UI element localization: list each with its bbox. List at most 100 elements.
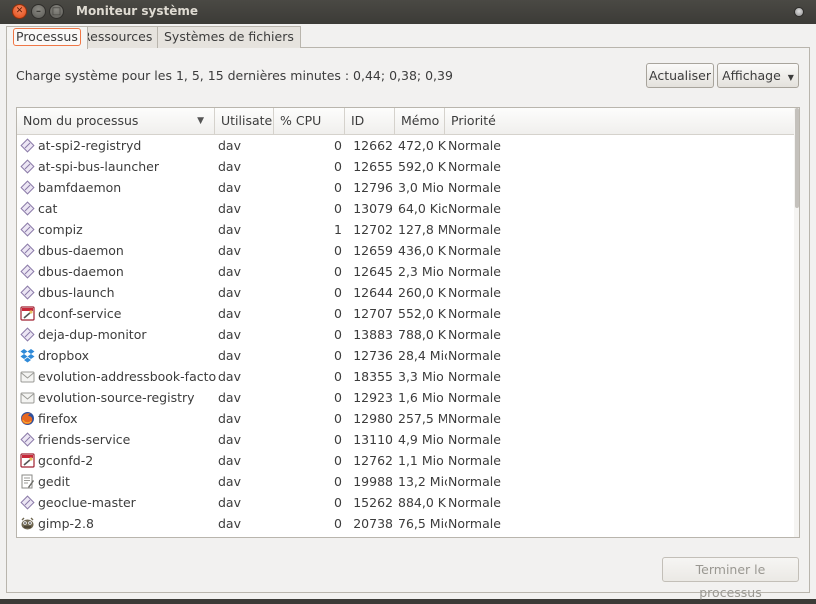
process-cpu: 0: [334, 453, 342, 468]
tab-bar: Processus Ressources Systèmes de fichier…: [6, 24, 810, 49]
generic-exec-icon: [20, 222, 35, 237]
process-priority: Normale: [448, 432, 501, 447]
process-priority: Normale: [448, 306, 501, 321]
table-row[interactable]: cat dav 0 13079 64,0 Kio Normale: [17, 198, 799, 219]
process-cpu: 0: [334, 432, 342, 447]
table-header: Nom du processus ▼ Utilisate % CPU ID Mé…: [17, 108, 799, 135]
table-row[interactable]: dconf-service dav 0 12707 552,0 Ki Normale: [17, 303, 799, 324]
process-user: dav: [218, 327, 241, 342]
table-row[interactable]: gconfd-2 dav 0 12762 1,1 Mio Normale: [17, 450, 799, 471]
process-cpu: 0: [334, 348, 342, 363]
minimize-window-button[interactable]: –: [31, 4, 46, 19]
process-user: dav: [218, 369, 241, 384]
column-header-priority[interactable]: Priorité: [445, 108, 799, 134]
process-user: dav: [218, 348, 241, 363]
table-row[interactable]: evolution-source-registry dav 0 12923 1,6 Mi…: [17, 387, 799, 408]
column-header-user-label: Utilisate: [221, 113, 273, 128]
process-cpu: 0: [334, 474, 342, 489]
process-id: 12659: [353, 243, 393, 258]
process-name: deja-dup-monitor: [38, 327, 147, 342]
table-row[interactable]: bamfdaemon dav 0 12796 3,0 Mio Normale: [17, 177, 799, 198]
window-title: Moniteur système: [76, 4, 198, 18]
generic-exec-icon: [20, 285, 35, 300]
refresh-button[interactable]: Actualiser: [646, 63, 714, 88]
process-id: 13079: [353, 201, 393, 216]
end-process-button[interactable]: Terminer le processus: [662, 557, 799, 600]
process-id: 12644: [353, 285, 393, 300]
process-id: 13110: [353, 432, 393, 447]
process-memory: 1,1 Mio: [398, 453, 444, 468]
process-name: evolution-addressbook-factory: [38, 369, 216, 384]
process-user: dav: [218, 495, 241, 510]
process-memory: 260,0 Ki: [398, 285, 447, 300]
process-id: 12980: [353, 411, 393, 426]
process-priority: Normale: [448, 138, 501, 153]
mail-envelope-icon: [20, 390, 35, 405]
process-memory: 436,0 Ki: [398, 243, 447, 258]
table-row[interactable]: firefox dav 0 12980 257,5 M Normale: [17, 408, 799, 429]
process-memory: 4,9 Mio: [398, 432, 444, 447]
column-header-name[interactable]: Nom du processus ▼: [17, 108, 215, 134]
table-row[interactable]: at-spi-bus-launcher dav 0 12655 592,0 Ki Norm…: [17, 156, 799, 177]
table-row[interactable]: compiz dav 1 12702 127,8 M Normale: [17, 219, 799, 240]
column-header-cpu[interactable]: % CPU: [274, 108, 345, 134]
table-row[interactable]: dbus-daemon dav 0 12645 2,3 Mio Normale: [17, 261, 799, 282]
close-window-button[interactable]: ✕: [12, 4, 27, 19]
generic-exec-icon: [20, 201, 35, 216]
generic-exec-icon: [20, 432, 35, 447]
process-name: firefox: [38, 411, 78, 426]
process-name: gedit: [38, 474, 70, 489]
process-table[interactable]: Nom du processus ▼ Utilisate % CPU ID Mé…: [16, 107, 800, 538]
table-row[interactable]: friends-service dav 0 13110 4,9 Mio Normale: [17, 429, 799, 450]
maximize-window-button[interactable]: □: [49, 4, 64, 19]
process-priority: Normale: [448, 411, 501, 426]
dropbox-icon: [20, 348, 35, 363]
window-menu-icon[interactable]: [794, 7, 804, 17]
process-cpu: 1: [334, 222, 342, 237]
table-row[interactable]: gedit dav 0 19988 13,2 Mic Normale: [17, 471, 799, 492]
column-header-id[interactable]: ID: [345, 108, 395, 134]
process-name: dropbox: [38, 348, 89, 363]
process-name: dbus-daemon: [38, 243, 124, 258]
process-cpu: 0: [334, 411, 342, 426]
generic-exec-icon: [20, 159, 35, 174]
scrollbar-thumb[interactable]: [795, 108, 799, 208]
column-header-memory[interactable]: Mémo: [395, 108, 445, 134]
process-cpu: 0: [334, 516, 342, 531]
process-user: dav: [218, 474, 241, 489]
process-id: 15262: [353, 495, 393, 510]
column-header-user[interactable]: Utilisate: [215, 108, 274, 134]
process-name: at-spi2-registryd: [38, 138, 142, 153]
table-row[interactable]: evolution-addressbook-factory dav 0 18355 3,…: [17, 366, 799, 387]
table-row[interactable]: dbus-launch dav 0 12644 260,0 Ki Normale: [17, 282, 799, 303]
process-id: 12655: [353, 159, 393, 174]
process-id: 12702: [353, 222, 393, 237]
tab-processes[interactable]: Processus: [6, 26, 88, 49]
column-header-id-label: ID: [351, 113, 365, 128]
process-priority: Normale: [448, 390, 501, 405]
process-priority: Normale: [448, 327, 501, 342]
table-row[interactable]: gimp-2.8 dav 0 20738 76,5 Mic Normale: [17, 513, 799, 534]
table-row[interactable]: deja-dup-monitor dav 0 13883 788,0 Ki Normale: [17, 324, 799, 345]
process-name: geoclue-master: [38, 495, 136, 510]
table-row[interactable]: geoclue-master dav 0 15262 884,0 Ki Normale: [17, 492, 799, 513]
process-id: 12762: [353, 453, 393, 468]
table-row[interactable]: dropbox dav 0 12736 28,4 Mic Normale: [17, 345, 799, 366]
table-row[interactable]: at-spi2-registryd dav 0 12662 472,0 Ki Normal…: [17, 135, 799, 156]
process-user: dav: [218, 159, 241, 174]
process-cpu: 0: [334, 201, 342, 216]
process-name: dbus-daemon: [38, 264, 124, 279]
table-row[interactable]: dbus-daemon dav 0 12659 436,0 Ki Normale: [17, 240, 799, 261]
process-name: cat: [38, 201, 58, 216]
close-icon: ✕: [15, 6, 24, 16]
view-menu-button[interactable]: Affichage ▼: [717, 63, 799, 88]
process-id: 12736: [353, 348, 393, 363]
process-user: dav: [218, 243, 241, 258]
process-user: dav: [218, 411, 241, 426]
tab-file-systems[interactable]: Systèmes de fichiers: [157, 26, 301, 48]
process-priority: Normale: [448, 222, 501, 237]
view-menu-button-label: Affichage: [722, 68, 781, 83]
mail-envelope-icon: [20, 369, 35, 384]
generic-exec-icon: [20, 138, 35, 153]
vertical-scrollbar[interactable]: [794, 108, 799, 537]
